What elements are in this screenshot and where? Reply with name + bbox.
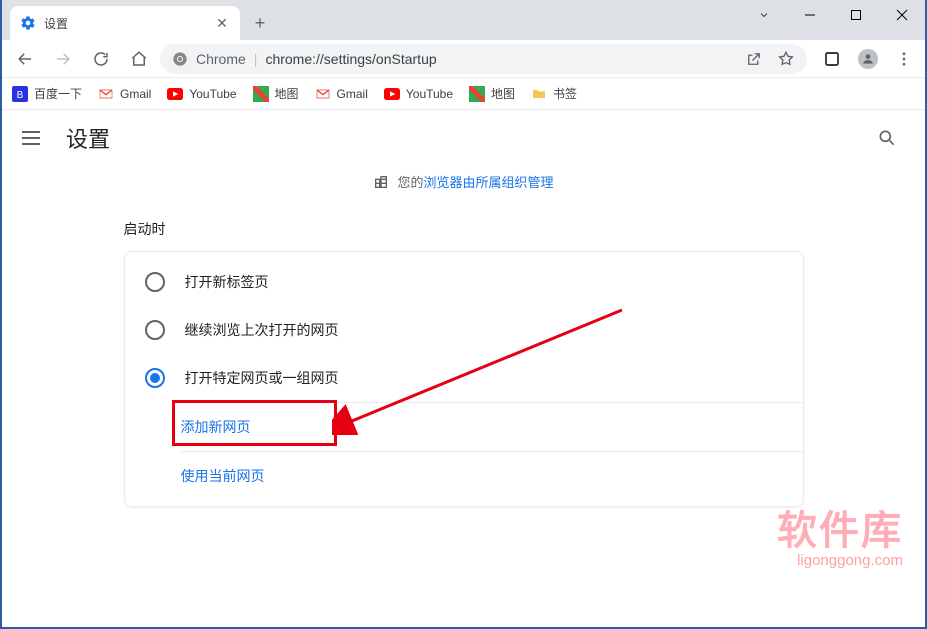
folder-icon [531,86,547,102]
new-tab-button[interactable]: + [246,9,274,37]
hamburger-menu-button[interactable] [22,126,46,150]
option-continue[interactable]: 继续浏览上次打开的网页 [125,306,803,354]
use-current-pages-row[interactable]: 使用当前网页 [125,452,803,500]
bookmark-label: 百度一下 [34,85,82,102]
window-minimize-button[interactable] [787,0,833,30]
bookmarks-bar: B 百度一下 Gmail YouTube 地图 Gmail YouTube 地图… [2,78,925,110]
home-button[interactable] [122,42,156,76]
bookmark-label: 地图 [491,85,515,102]
tab-title: 设置 [44,15,206,32]
bookmark-label: YouTube [406,87,453,101]
watermark: 软件库 ligonggong.com [777,498,903,569]
chrome-icon [172,51,188,67]
window-controls [741,0,925,30]
radio-icon-selected[interactable] [145,368,165,388]
youtube-icon [167,86,183,102]
maps-icon [253,86,269,102]
window-maximize-button[interactable] [833,0,879,30]
bookmark-label: Gmail [337,87,368,101]
radio-icon[interactable] [145,272,165,292]
browser-tab[interactable]: 设置 ✕ [10,6,240,40]
reload-button[interactable] [84,42,118,76]
managed-link[interactable]: 浏览器由所属组织管理 [424,175,554,190]
bookmark-label: 书签 [553,85,577,102]
address-bar[interactable]: Chrome | chrome://settings/onStartup [160,44,807,74]
bookmark-item[interactable]: Gmail [98,86,151,102]
extensions-button[interactable] [817,44,847,74]
bookmark-item[interactable]: YouTube [384,86,453,102]
bookmark-item[interactable]: B 百度一下 [12,85,82,102]
baidu-icon: B [12,86,28,102]
radio-icon[interactable] [145,320,165,340]
bookmark-label: 地图 [275,85,299,102]
maps-icon [469,86,485,102]
forward-button[interactable] [46,42,80,76]
search-settings-button[interactable] [869,120,905,156]
back-button[interactable] [8,42,42,76]
bookmark-label: YouTube [189,87,236,101]
bookmark-star-icon[interactable] [777,50,795,68]
svg-text:B: B [17,90,24,101]
titlebar: 设置 ✕ + [2,0,925,40]
bookmark-item[interactable]: YouTube [167,86,236,102]
avatar-icon [858,49,878,69]
option-label: 打开新标签页 [185,272,269,292]
window-close-button[interactable] [879,0,925,30]
bookmark-item[interactable]: 地图 [469,85,515,102]
option-label: 打开特定网页或一组网页 [185,368,339,388]
bookmark-label: Gmail [120,87,151,101]
share-icon[interactable] [745,50,763,68]
profile-button[interactable] [853,44,883,74]
managed-notice: 您的浏览器由所属组织管理 [2,172,925,191]
separator: | [254,51,258,67]
bookmark-item[interactable]: 地图 [253,85,299,102]
option-label: 继续浏览上次打开的网页 [185,320,339,340]
section-heading-startup: 启动时 [124,219,804,239]
option-specific-pages[interactable]: 打开特定网页或一组网页 [125,354,803,402]
gmail-icon [98,86,114,102]
gear-icon [20,15,36,31]
use-current-pages-link[interactable]: 使用当前网页 [181,466,265,486]
tab-search-button[interactable] [741,0,787,30]
toolbar: Chrome | chrome://settings/onStartup [2,40,925,78]
close-tab-icon[interactable]: ✕ [214,15,230,31]
kebab-menu-button[interactable] [889,44,919,74]
managed-prefix: 您的 [397,175,423,190]
bookmark-item[interactable]: Gmail [315,86,368,102]
gmail-icon [315,86,331,102]
settings-page: 设置 您的浏览器由所属组织管理 启动时 打开新标签页 继续浏览上次打开的网页 打… [2,110,925,627]
page-header: 设置 [2,110,925,166]
watermark-url: ligonggong.com [777,552,903,569]
option-new-tab[interactable]: 打开新标签页 [125,258,803,306]
page-title: 设置 [66,122,110,154]
annotation-highlight-box [172,400,337,446]
bookmark-folder[interactable]: 书签 [531,85,577,102]
url-text: chrome://settings/onStartup [265,51,436,67]
scheme-label: Chrome [196,51,246,67]
youtube-icon [384,86,400,102]
startup-card: 打开新标签页 继续浏览上次打开的网页 打开特定网页或一组网页 添加新网页 使用当… [124,251,804,507]
building-icon [373,174,389,190]
